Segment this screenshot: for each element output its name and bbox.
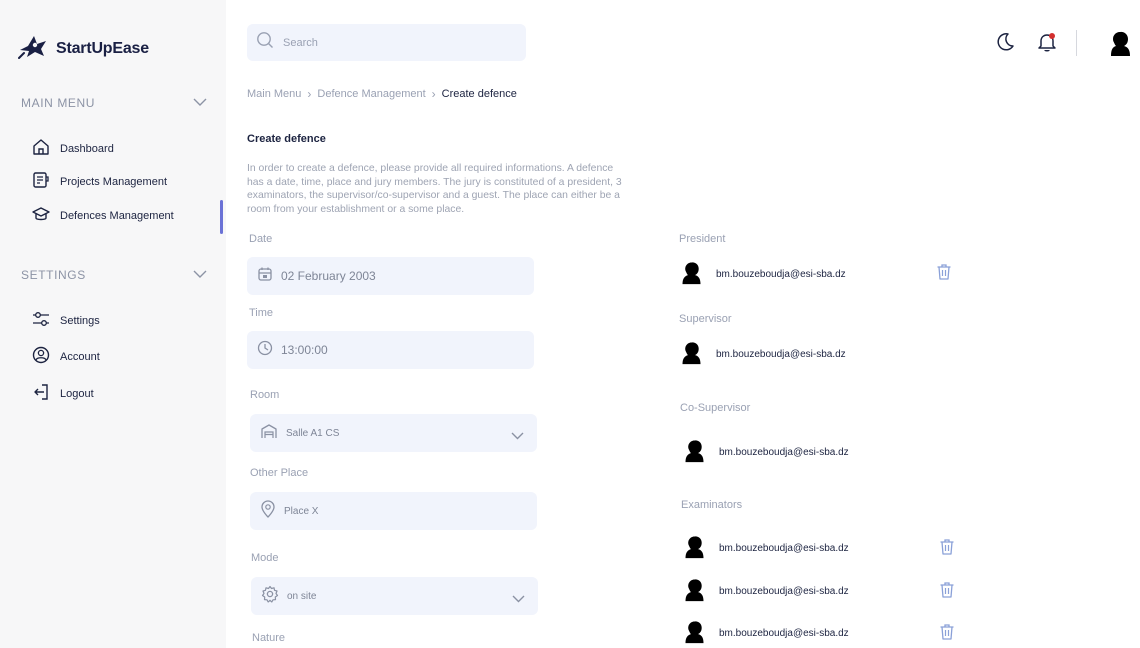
chevron-down-icon[interactable]: [512, 590, 525, 608]
supervisor-row: bm.bouzeboudja@esi-sba.dz: [678, 340, 846, 368]
topbar-actions: [960, 27, 1140, 59]
calendar-icon: [257, 266, 273, 287]
other-place-input[interactable]: Place X: [284, 506, 318, 517]
sidebar-item-defences[interactable]: Defences Management: [32, 205, 174, 227]
logout-icon: [32, 383, 50, 406]
bell-icon[interactable]: [1036, 31, 1058, 58]
main-menu-title: MAIN MENU: [21, 96, 96, 110]
avatar: [681, 617, 708, 648]
sidebar: StartUpEase MAIN MENU Dashboard Projects…: [0, 0, 226, 648]
avatar: [678, 338, 705, 370]
search-input[interactable]: [283, 36, 503, 49]
sidebar-item-dashboard[interactable]: Dashboard: [32, 138, 114, 160]
trash-icon[interactable]: [939, 623, 955, 646]
divider: [1076, 30, 1077, 56]
chevron-down-icon[interactable]: [193, 268, 207, 282]
chevron-right-icon: ›: [307, 87, 312, 101]
page-title: Create defence: [247, 133, 326, 145]
other-place-field[interactable]: Place X: [250, 492, 537, 530]
avatar: [681, 575, 708, 607]
time-value: 13:00:00: [281, 343, 328, 357]
examinator-email: bm.bouzeboudja@esi-sba.dz: [719, 542, 849, 554]
examinator-row: bm.bouzeboudja@esi-sba.dz: [681, 534, 849, 562]
nature-label: Nature: [252, 632, 286, 644]
examinator-row: bm.bouzeboudja@esi-sba.dz: [681, 619, 849, 647]
main-menu-header[interactable]: MAIN MENU: [21, 96, 207, 110]
trash-icon[interactable]: [936, 263, 952, 286]
cosupervisor-label: Co-Supervisor: [680, 402, 751, 414]
search-bar[interactable]: [247, 24, 526, 61]
graduation-cap-icon: [32, 205, 50, 228]
clock-icon: [257, 340, 273, 361]
chevron-down-icon[interactable]: [511, 427, 524, 445]
examinator-email: bm.bouzeboudja@esi-sba.dz: [719, 585, 849, 597]
cosupervisor-email: bm.bouzeboudja@esi-sba.dz: [719, 446, 849, 458]
brand[interactable]: StartUpEase: [18, 32, 149, 65]
mode-value: on site: [287, 590, 317, 602]
trash-icon[interactable]: [939, 538, 955, 561]
examinators-label: Examinators: [681, 499, 743, 511]
president-label: President: [679, 233, 726, 245]
date-field[interactable]: 02 February 2003: [247, 257, 534, 295]
room-label: Room: [250, 389, 280, 401]
home-icon: [32, 138, 50, 161]
brand-name: StartUpEase: [56, 39, 149, 57]
sidebar-item-label: Defences Management: [60, 210, 174, 222]
time-field[interactable]: 13:00:00: [247, 331, 534, 369]
breadcrumb: Main Menu › Defence Management › Create …: [247, 87, 517, 101]
time-label: Time: [249, 307, 274, 319]
room-value: Salle A1 CS: [286, 427, 340, 439]
avatar: [678, 258, 705, 290]
user-circle-icon: [32, 346, 50, 369]
examinator-email: bm.bouzeboudja@esi-sba.dz: [719, 627, 849, 639]
sidebar-item-label: Projects Management: [60, 176, 167, 188]
cosupervisor-row: bm.bouzeboudja@esi-sba.dz: [681, 438, 849, 466]
breadcrumb-item-defence-management[interactable]: Defence Management: [317, 88, 425, 100]
examinator-row: bm.bouzeboudja@esi-sba.dz: [681, 577, 849, 605]
room-select[interactable]: Salle A1 CS: [250, 414, 537, 452]
settings-title: SETTINGS: [21, 268, 86, 282]
sidebar-item-projects[interactable]: Projects Management: [32, 171, 167, 193]
page-description: In order to create a defence, please pro…: [247, 163, 622, 215]
sidebar-item-logout[interactable]: Logout: [32, 383, 94, 405]
active-indicator: [220, 200, 223, 234]
settings-header[interactable]: SETTINGS: [21, 268, 207, 282]
document-icon: [32, 171, 50, 194]
mode-select[interactable]: on site: [251, 577, 538, 615]
trash-icon[interactable]: [939, 581, 955, 604]
breadcrumb-item-main-menu[interactable]: Main Menu: [247, 88, 301, 100]
moon-icon[interactable]: [994, 31, 1016, 58]
sidebar-item-label: Dashboard: [60, 143, 114, 155]
breadcrumb-item-current: Create defence: [441, 88, 517, 100]
sidebar-item-label: Logout: [60, 388, 94, 400]
avatar: [681, 532, 708, 564]
president-email: bm.bouzeboudja@esi-sba.dz: [716, 268, 846, 280]
sidebar-item-label: Settings: [60, 315, 100, 327]
chevron-down-icon[interactable]: [193, 96, 207, 110]
search-icon: [256, 31, 274, 54]
supervisor-label: Supervisor: [679, 313, 732, 325]
avatar: [681, 436, 708, 468]
sidebar-item-account[interactable]: Account: [32, 346, 100, 368]
supervisor-email: bm.bouzeboudja@esi-sba.dz: [716, 348, 846, 360]
logo-icon: [18, 32, 50, 65]
avatar[interactable]: [1105, 27, 1135, 62]
date-label: Date: [249, 233, 273, 245]
other-place-label: Other Place: [250, 467, 309, 479]
date-value: 02 February 2003: [281, 269, 376, 283]
location-pin-icon: [260, 499, 276, 523]
chevron-right-icon: ›: [431, 87, 436, 101]
gear-icon: [261, 585, 279, 608]
sliders-icon: [32, 310, 50, 333]
sidebar-item-settings[interactable]: Settings: [32, 310, 100, 332]
building-icon: [260, 422, 278, 445]
president-row: bm.bouzeboudja@esi-sba.dz: [678, 260, 846, 288]
mode-label: Mode: [251, 552, 279, 564]
sidebar-item-label: Account: [60, 351, 100, 363]
